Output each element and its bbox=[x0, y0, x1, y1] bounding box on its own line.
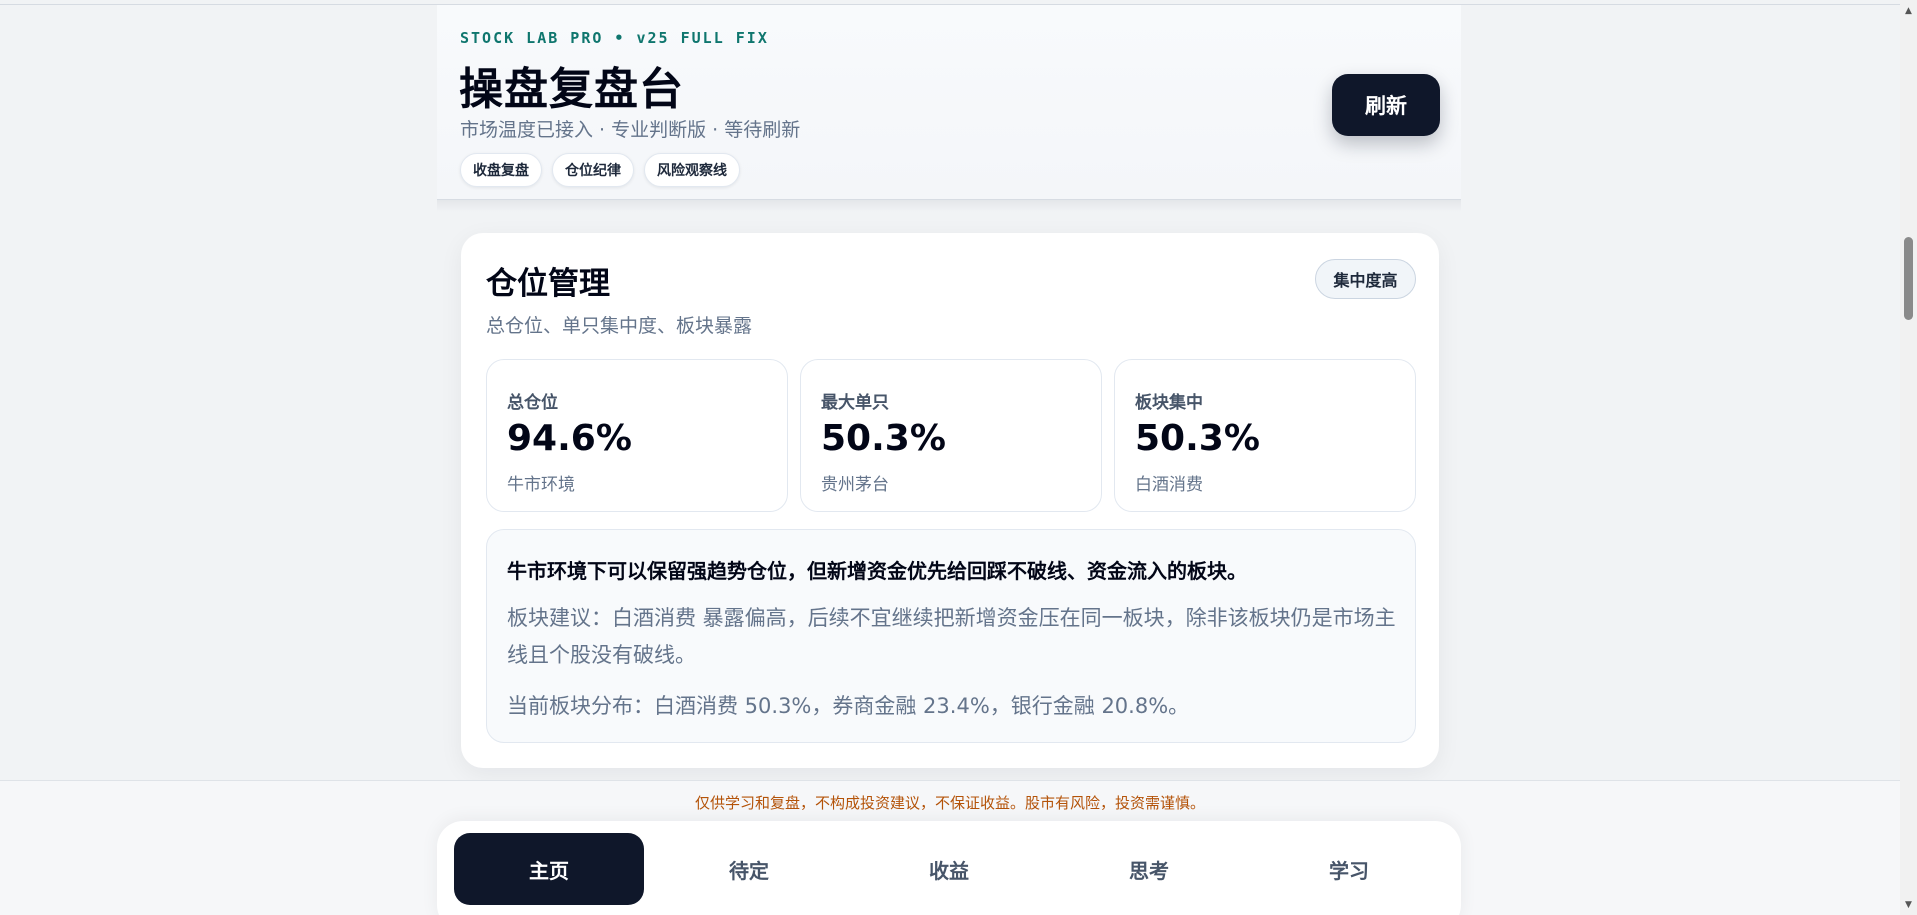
nav-thinking[interactable]: 思考 bbox=[1054, 833, 1244, 905]
stat-label: 总仓位 bbox=[507, 393, 558, 413]
nav-returns[interactable]: 收益 bbox=[854, 833, 1044, 905]
page-title: 操盘复盘台 bbox=[459, 64, 684, 115]
app-eyebrow: STOCK LAB PRO • v25 FULL FIX bbox=[460, 29, 769, 47]
position-management-card: 仓位管理 总仓位、单只集中度、板块暴露 集中度高 总仓位 94.6% 牛市环境 … bbox=[461, 233, 1439, 768]
nav-learning[interactable]: 学习 bbox=[1254, 833, 1444, 905]
tag-chips: 收盘复盘 仓位纪律 风险观察线 bbox=[460, 153, 740, 187]
stat-value: 94.6% bbox=[507, 418, 632, 459]
sector-distribution: 当前板块分布：白酒消费 50.3%，券商金融 23.4%，银行金融 20.8%。 bbox=[507, 694, 1190, 718]
nav-pending[interactable]: 待定 bbox=[654, 833, 844, 905]
bottom-nav: 主页 待定 收益 思考 学习 bbox=[437, 821, 1461, 915]
scroll-down-icon[interactable]: ▼ bbox=[1900, 896, 1917, 913]
sector-advice: 板块建议：白酒消费 暴露偏高，后续不宜继续把新增资金压在同一板块，除非该板块仍是… bbox=[507, 606, 1396, 667]
stat-value: 50.3% bbox=[1135, 418, 1260, 459]
vertical-scrollbar[interactable]: ▲ ▼ bbox=[1900, 0, 1917, 915]
page-subtitle: 市场温度已接入 · 专业判断版 · 等待刷新 bbox=[460, 119, 801, 141]
header-shadow bbox=[437, 200, 1461, 212]
stat-label: 最大单只 bbox=[821, 393, 889, 413]
page: STOCK LAB PRO • v25 FULL FIX 操盘复盘台 市场温度已… bbox=[0, 0, 1917, 915]
concentration-badge: 集中度高 bbox=[1315, 259, 1416, 299]
card-title: 仓位管理 bbox=[486, 266, 610, 302]
stat-note: 牛市环境 bbox=[507, 475, 575, 495]
advice-headline: 牛市环境下可以保留强趋势仓位，但新增资金优先给回踩不破线、资金流入的板块。 bbox=[507, 559, 1247, 583]
stat-label: 板块集中 bbox=[1135, 393, 1203, 413]
stat-note: 贵州茅台 bbox=[821, 475, 889, 495]
stat-total-position: 总仓位 94.6% 牛市环境 bbox=[486, 359, 788, 512]
card-subtitle: 总仓位、单只集中度、板块暴露 bbox=[486, 315, 753, 337]
advice-box: 牛市环境下可以保留强趋势仓位，但新增资金优先给回踩不破线、资金流入的板块。 板块… bbox=[486, 529, 1416, 743]
stat-value: 50.3% bbox=[821, 418, 946, 459]
refresh-button[interactable]: 刷新 bbox=[1332, 74, 1440, 136]
chip-risk-watchline[interactable]: 风险观察线 bbox=[644, 153, 740, 187]
chip-position-discipline[interactable]: 仓位纪律 bbox=[552, 153, 634, 187]
chip-close-review[interactable]: 收盘复盘 bbox=[460, 153, 542, 187]
stat-sector-concentration: 板块集中 50.3% 白酒消费 bbox=[1114, 359, 1416, 512]
scroll-thumb[interactable] bbox=[1904, 237, 1913, 320]
scroll-up-icon[interactable]: ▲ bbox=[1900, 2, 1917, 19]
stat-max-single: 最大单只 50.3% 贵州茅台 bbox=[800, 359, 1102, 512]
disclaimer-text: 仅供学习和复盘，不构成投资建议，不保证收益。股市有风险，投资需谨慎。 bbox=[694, 794, 1205, 812]
stat-note: 白酒消费 bbox=[1135, 475, 1203, 495]
nav-home[interactable]: 主页 bbox=[454, 833, 644, 905]
app-header: STOCK LAB PRO • v25 FULL FIX 操盘复盘台 市场温度已… bbox=[437, 5, 1461, 200]
